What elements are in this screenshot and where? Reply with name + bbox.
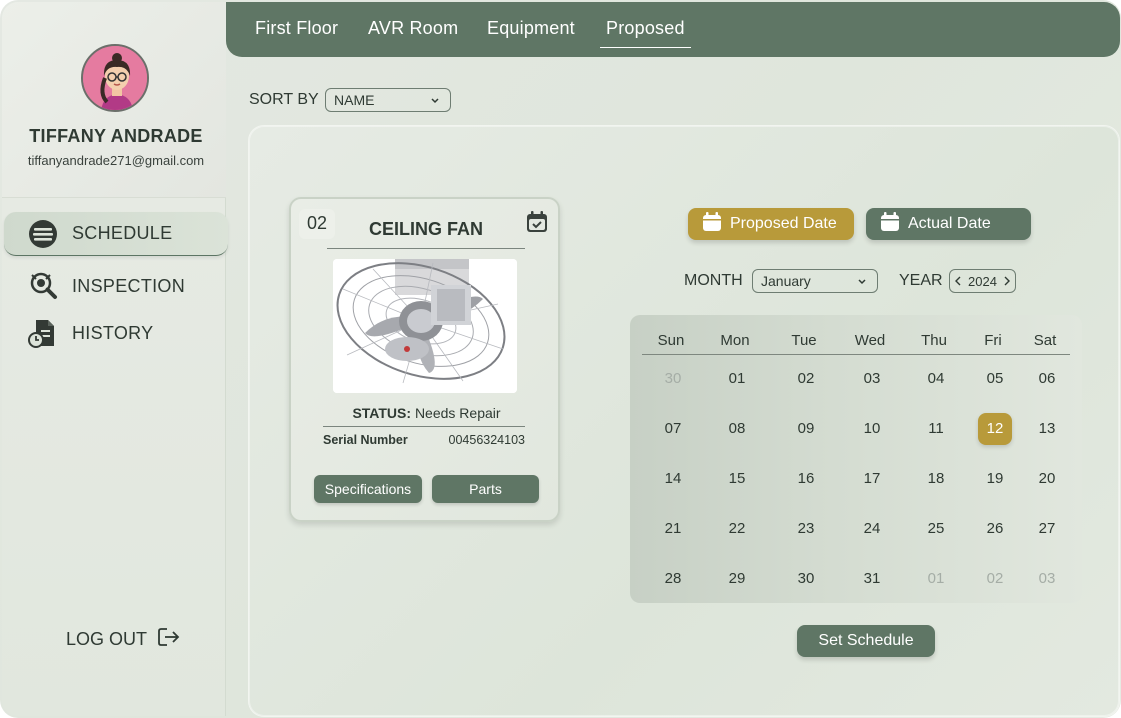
calendar-day[interactable]: 15 xyxy=(717,470,757,487)
weekday-header: Mon xyxy=(720,332,750,349)
calendar-day[interactable]: 02 xyxy=(786,370,826,387)
chevron-right-icon[interactable] xyxy=(1003,274,1011,289)
actual-date-button[interactable]: Actual Date xyxy=(866,208,1031,240)
serial-value: 00456324103 xyxy=(448,433,525,447)
calendar-day[interactable]: 24 xyxy=(852,520,892,537)
calendar-day[interactable]: 25 xyxy=(916,520,956,537)
profile-name: TIFFANY ANDRADE xyxy=(29,126,203,146)
calendar-day[interactable]: 14 xyxy=(653,470,693,487)
proposed-date-button[interactable]: Proposed Date xyxy=(688,208,854,240)
weekday-header: Sat xyxy=(1033,332,1057,349)
year-stepper: 2024 xyxy=(949,269,1016,293)
calendar-day[interactable]: 28 xyxy=(653,570,693,587)
calendar-day[interactable]: 26 xyxy=(975,520,1015,537)
proposed-date-label: Proposed Date xyxy=(730,215,837,232)
avatar xyxy=(81,44,149,112)
breadcrumb-proposed[interactable]: Proposed xyxy=(600,18,691,48)
calendar-day[interactable]: 16 xyxy=(786,470,826,487)
sidebar-item-label: HISTORY xyxy=(72,322,154,343)
breadcrumb-first-floor[interactable]: First Floor xyxy=(255,18,338,39)
weekday-header: Sun xyxy=(657,332,685,349)
month-value: January xyxy=(761,273,811,289)
calendar-day[interactable]: 19 xyxy=(975,470,1015,487)
calendar-day[interactable]: 05 xyxy=(975,370,1015,387)
calendar-day[interactable]: 17 xyxy=(852,470,892,487)
card-title: CEILING FAN xyxy=(327,219,525,249)
profile-card: TIFFANY ANDRADE tiffanyandrade271@gmail.… xyxy=(2,2,226,198)
status-label: STATUS: xyxy=(352,405,412,421)
calendar-day[interactable]: 08 xyxy=(717,420,757,437)
serial-label: Serial Number xyxy=(323,433,408,447)
parts-button[interactable]: Parts xyxy=(432,475,539,503)
calendar-day[interactable]: 22 xyxy=(717,520,757,537)
app-window: TIFFANY ANDRADE tiffanyandrade271@gmail.… xyxy=(0,0,1121,718)
sort-label: SORT BY xyxy=(249,91,319,108)
calendar-day[interactable]: 11 xyxy=(916,420,956,437)
breadcrumb-avr-room[interactable]: AVR Room xyxy=(368,18,458,39)
month-label: MONTH xyxy=(684,272,743,289)
logout-button[interactable]: LOG OUT xyxy=(66,626,181,652)
status-value: Needs Repair xyxy=(414,405,501,421)
sidebar-item-inspection[interactable]: INSPECTION xyxy=(4,264,228,308)
equipment-card: 02 CEILING FAN STATUS: Needs Repair Seri… xyxy=(289,197,560,522)
calendar-day[interactable]: 06 xyxy=(1027,370,1067,387)
calendar-day[interactable]: 13 xyxy=(1027,420,1067,437)
calendar-day[interactable]: 23 xyxy=(786,520,826,537)
calendar-day[interactable]: 01 xyxy=(916,570,956,587)
calendar-icon xyxy=(880,211,900,237)
calendar-day[interactable]: 31 xyxy=(852,570,892,587)
calendar-grid: Sun Mon Tue Wed Thu Fri Sat 30 01 02 03 04 05 06 07 08 0… xyxy=(630,315,1082,603)
calendar-day[interactable]: 03 xyxy=(852,370,892,387)
chevron-left-icon[interactable] xyxy=(954,274,962,289)
weekday-header: Fri xyxy=(984,332,1002,349)
calendar-icon xyxy=(702,211,722,237)
calendar-day[interactable]: 10 xyxy=(852,420,892,437)
chevron-down-icon xyxy=(430,92,440,108)
schedule-icon xyxy=(26,217,60,251)
history-icon xyxy=(26,316,60,350)
weekday-header: Thu xyxy=(921,332,947,349)
sidebar: TIFFANY ANDRADE tiffanyandrade271@gmail.… xyxy=(2,2,228,716)
chevron-down-icon xyxy=(857,273,867,289)
sort-select[interactable]: NAME xyxy=(325,88,451,112)
breadcrumb: First Floor AVR Room Equipment Proposed xyxy=(226,2,1120,57)
weekday-header: Tue xyxy=(791,332,817,349)
calendar-day[interactable]: 21 xyxy=(653,520,693,537)
status-line: STATUS: Needs Repair xyxy=(291,405,562,421)
sidebar-item-label: SCHEDULE xyxy=(72,223,173,243)
calendar-check-icon[interactable] xyxy=(524,209,550,235)
calendar-day[interactable]: 02 xyxy=(975,570,1015,587)
calendar-day[interactable]: 03 xyxy=(1027,570,1067,587)
calendar-day[interactable]: 09 xyxy=(786,420,826,437)
set-schedule-button[interactable]: Set Schedule xyxy=(797,625,935,657)
calendar-day[interactable]: 18 xyxy=(916,470,956,487)
sort-value: NAME xyxy=(334,92,375,108)
logout-icon xyxy=(157,626,181,653)
year-label: YEAR xyxy=(899,272,943,289)
month-select[interactable]: January xyxy=(752,269,878,293)
calendar-day[interactable]: 04 xyxy=(916,370,956,387)
calendar-day[interactable]: 12 xyxy=(978,413,1012,445)
serial-line: Serial Number 00456324103 xyxy=(323,426,525,447)
logout-label: LOG OUT xyxy=(66,628,148,649)
sidebar-item-label: INSPECTION xyxy=(72,275,186,296)
calendar-day[interactable]: 20 xyxy=(1027,470,1067,487)
calendar-day[interactable]: 29 xyxy=(717,570,757,587)
calendar-day[interactable]: 27 xyxy=(1027,520,1067,537)
year-value: 2024 xyxy=(968,273,997,289)
sidebar-item-schedule[interactable]: SCHEDULE xyxy=(4,212,228,256)
calendar-day[interactable]: 07 xyxy=(653,420,693,437)
breadcrumb-equipment[interactable]: Equipment xyxy=(487,18,575,39)
specifications-button[interactable]: Specifications xyxy=(314,475,422,503)
profile-email: tiffanyandrade271@gmail.com xyxy=(27,153,205,168)
actual-date-label: Actual Date xyxy=(908,215,991,232)
ceiling-fan-image xyxy=(333,259,517,393)
weekday-header: Wed xyxy=(854,332,886,349)
sidebar-item-history[interactable]: HISTORY xyxy=(4,311,228,355)
calendar-day[interactable]: 30 xyxy=(786,570,826,587)
calendar-day[interactable]: 01 xyxy=(717,370,757,387)
calendar-day[interactable]: 30 xyxy=(653,370,693,387)
inspection-icon xyxy=(26,269,60,303)
